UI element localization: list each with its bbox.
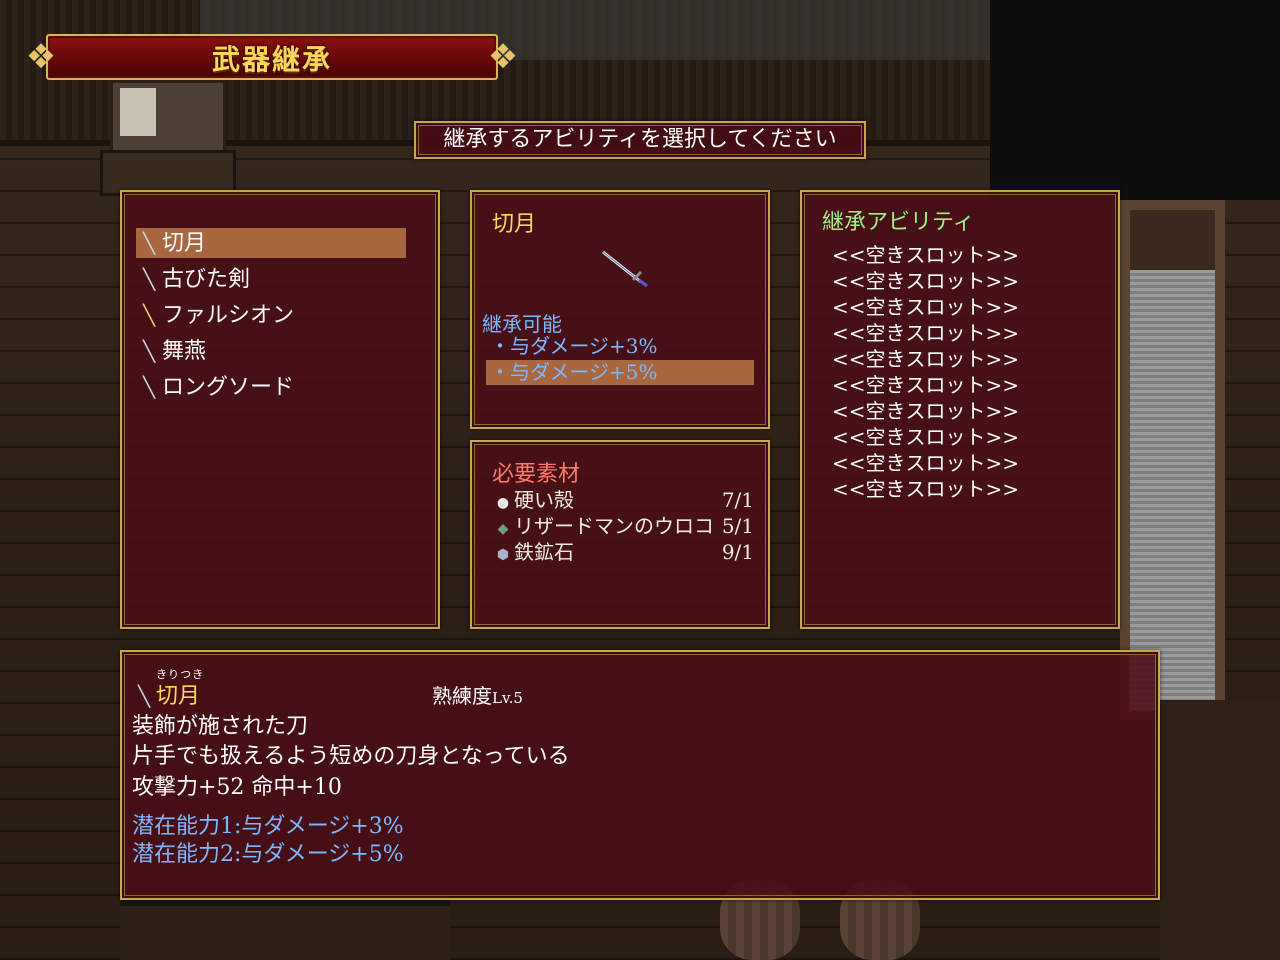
description-line-2: 片手でも扱えるよう短めの刀身となっている [132, 744, 570, 769]
weapon-item[interactable]: ╲ 舞燕 [136, 336, 406, 366]
inherit-option[interactable]: ・与ダメージ+3% [486, 334, 754, 359]
scale-icon: ◆ [497, 521, 509, 537]
weapon-detail-window: 切月 継承可能 ・与ダメージ+3% ・与ダメージ+5% [470, 190, 770, 429]
ability-slot: <<空きスロット>> [832, 477, 1020, 501]
material-count: 5/1 [721, 514, 754, 538]
ability-slot: <<空きスロット>> [832, 321, 1020, 345]
sword-icon: ╲ [142, 267, 156, 291]
inherited-abilities-window: 継承アビリティ <<空きスロット>> <<空きスロット>> <<空きスロット>>… [800, 190, 1120, 629]
weapon-info-window: きりつき ╲ 切月 熟練度Lv.5 装飾が施された刀 片手でも扱えるよう短めの刀身… [120, 650, 1160, 900]
info-weapon-name: ╲ 切月 [132, 678, 200, 710]
weapon-item[interactable]: ╲ ロングソード [136, 372, 406, 402]
proficiency: 熟練度Lv.5 [432, 680, 523, 709]
materials-label: 必要素材 [492, 462, 581, 487]
stats-line: 攻撃力+52 命中+10 [132, 775, 342, 800]
ability-slot: <<空きスロット>> [832, 243, 1020, 267]
screen-title: 武器継承 [211, 43, 332, 76]
proficiency-level: Lv.5 [492, 689, 523, 707]
inherit-option[interactable]: ・与ダメージ+5% [486, 360, 754, 385]
materials-window: 必要素材 ● 硬い殻 7/1 ◆ リザードマンのウロコ 5/1 ⬢ 鉄鉱石 9/1 [470, 440, 770, 629]
potential-2: 潜在能力2:与ダメージ+5% [132, 842, 404, 867]
detail-weapon-name: 切月 [492, 212, 537, 237]
material-name: 硬い殻 [514, 488, 574, 512]
shell-icon: ● [496, 495, 510, 511]
abilities-label: 継承アビリティ [822, 210, 975, 235]
katana-icon: ╲ [137, 684, 151, 708]
weapon-name: ロングソード [162, 375, 295, 400]
material-name: 鉄鉱石 [514, 540, 574, 564]
falchion-icon: ╲ [142, 303, 156, 327]
inheritable-label: 継承可能 [482, 312, 562, 336]
material-count: 7/1 [721, 488, 754, 512]
description-line-1: 装飾が施された刀 [132, 714, 309, 739]
ability-slot: <<空きスロット>> [832, 425, 1020, 449]
material-row: ● 硬い殻 7/1 [492, 488, 754, 513]
info-name-text: 切月 [156, 684, 201, 709]
ability-slot: <<空きスロット>> [832, 347, 1020, 371]
weapon-item[interactable]: ╲ ファルシオン [136, 300, 406, 330]
weapon-name: 切月 [162, 231, 207, 256]
weapon-name: ファルシオン [162, 303, 295, 328]
ability-slot: <<空きスロット>> [832, 399, 1020, 423]
weapon-list-window: ╲ 切月 ╲ 古びた剣 ╲ ファルシオン ╲ 舞燕 ╲ ロングソード [120, 190, 440, 629]
sword-icon: ╲ [142, 375, 156, 399]
ability-slot: <<空きスロット>> [832, 269, 1020, 293]
material-count: 9/1 [721, 540, 754, 564]
instruction-prompt: 継承するアビリティを選択してください [414, 121, 866, 159]
ability-slot: <<空きスロット>> [832, 373, 1020, 397]
material-row: ◆ リザードマンのウロコ 5/1 [492, 514, 754, 539]
katana-icon [602, 250, 648, 288]
ability-slot: <<空きスロット>> [832, 451, 1020, 475]
ore-icon: ⬢ [496, 547, 510, 563]
material-name: リザードマンのウロコ [514, 514, 714, 538]
weapon-name: 古びた剣 [162, 267, 251, 292]
katana-icon: ╲ [142, 339, 156, 363]
weapon-item[interactable]: ╲ 切月 [136, 228, 406, 258]
title-banner: ❖ ❖ 武器継承 [22, 30, 522, 84]
ability-slot: <<空きスロット>> [832, 295, 1020, 319]
weapon-item[interactable]: ╲ 古びた剣 [136, 264, 406, 294]
katana-icon: ╲ [142, 231, 156, 255]
material-row: ⬢ 鉄鉱石 9/1 [492, 540, 754, 565]
weapon-name: 舞燕 [162, 339, 207, 364]
proficiency-label: 熟練度 [432, 684, 492, 708]
